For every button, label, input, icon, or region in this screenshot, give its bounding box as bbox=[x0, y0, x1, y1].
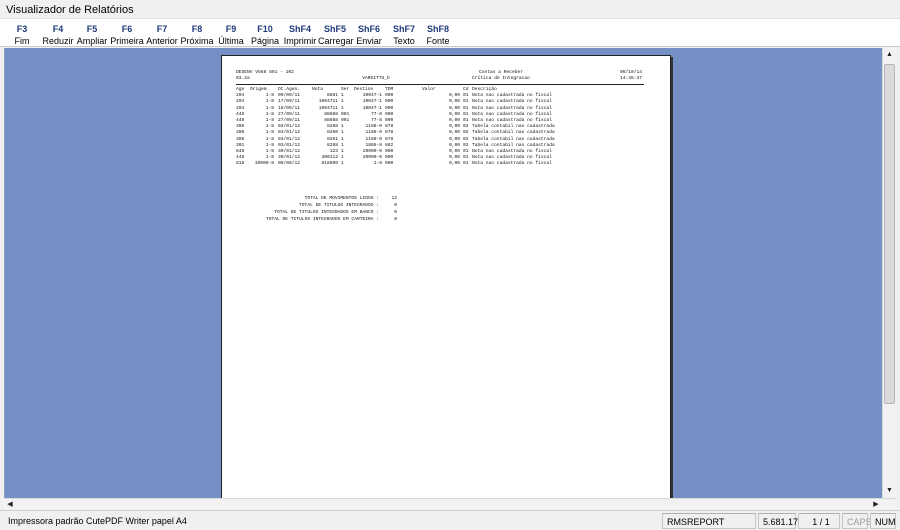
key-label: F7 bbox=[156, 24, 168, 34]
total-label: TOTAL DE TITULOS INTEGRADOS EM BANCO : bbox=[274, 210, 379, 215]
end-button[interactable]: F3 Fim bbox=[8, 23, 36, 47]
button-label: Fim bbox=[14, 36, 30, 46]
key-label: F8 bbox=[191, 24, 203, 34]
total-value: 0 bbox=[394, 203, 397, 208]
table-cell: 1 bbox=[341, 161, 344, 167]
total-value: 12 bbox=[391, 196, 397, 201]
last-page-button[interactable]: F9 Última bbox=[216, 23, 246, 47]
table-cell: 10000-8 bbox=[254, 161, 274, 167]
table-cell: 01 bbox=[463, 161, 469, 167]
load-button[interactable]: ShF5 Carregar bbox=[318, 23, 354, 47]
zoom-out-button[interactable]: F4 Reduzir bbox=[42, 23, 74, 47]
key-label: ShF5 bbox=[323, 24, 346, 34]
key-label: F4 bbox=[52, 24, 64, 34]
vertical-scroll-thumb[interactable] bbox=[884, 64, 895, 404]
page-button[interactable]: F10 Página bbox=[250, 23, 280, 47]
total-value: 0 bbox=[394, 210, 397, 215]
table-cell: 818 bbox=[236, 161, 245, 167]
button-label: Próxima bbox=[180, 36, 214, 46]
vertical-scrollbar[interactable]: ▲ ▼ bbox=[882, 48, 896, 498]
button-label: Página bbox=[250, 36, 280, 46]
key-label: ShF7 bbox=[392, 24, 415, 34]
status-version: 5.681.17 bbox=[758, 513, 798, 529]
next-page-button[interactable]: F8 Próxima bbox=[180, 23, 214, 47]
font-button[interactable]: ShF8 Fonte bbox=[423, 23, 453, 47]
header-report-subtitle: Crítica de Integracao bbox=[472, 76, 530, 81]
send-button[interactable]: ShF6 Enviar bbox=[354, 23, 384, 47]
header-time: 14:45:37 bbox=[619, 76, 642, 81]
table-cell: 0,00 bbox=[448, 161, 460, 167]
key-label: ShF8 bbox=[426, 24, 449, 34]
table-row: 818 10000-8 09/08/12 818800 1 1-8 000 0,00 01 Not… bbox=[236, 161, 644, 167]
button-label: Ampliar bbox=[76, 36, 108, 46]
button-label: Carregar bbox=[318, 36, 354, 46]
total-value: 0 bbox=[394, 217, 397, 222]
button-label: Reduzir bbox=[42, 36, 74, 46]
button-label: Imprimir bbox=[283, 36, 317, 46]
status-pages: 1 / 1 bbox=[798, 513, 840, 529]
table-cell: 000 bbox=[385, 161, 394, 167]
button-label: Última bbox=[218, 36, 244, 46]
status-bar: Impressora padrão CutePDF Writer papel A… bbox=[0, 510, 900, 530]
scroll-left-icon[interactable]: ◀ bbox=[4, 499, 16, 510]
button-label: Enviar bbox=[356, 36, 382, 46]
status-module: RMSREPORT bbox=[662, 513, 756, 529]
header-rule bbox=[236, 84, 644, 85]
horizontal-scrollbar[interactable]: ◀ ▶ bbox=[4, 498, 896, 510]
report-page: DESENV V568 891 - 102 03.2a Contas a Rec… bbox=[221, 55, 671, 498]
table-cell: Nota nao cadastrada no fiscal bbox=[472, 161, 552, 167]
first-page-button[interactable]: F6 Primeira bbox=[110, 23, 144, 47]
key-label: F5 bbox=[86, 24, 98, 34]
key-label: F10 bbox=[257, 24, 273, 34]
zoom-in-button[interactable]: F5 Ampliar bbox=[76, 23, 108, 47]
scroll-down-icon[interactable]: ▼ bbox=[883, 484, 896, 498]
status-caps: CAPS bbox=[842, 513, 872, 529]
status-printer: Impressora padrão CutePDF Writer papel A… bbox=[4, 513, 604, 529]
text-button[interactable]: ShF7 Texto bbox=[389, 23, 419, 47]
key-label: F9 bbox=[225, 24, 237, 34]
scroll-right-icon[interactable]: ▶ bbox=[870, 499, 882, 510]
button-label: Texto bbox=[393, 36, 415, 46]
table-cell: 818800 bbox=[321, 161, 338, 167]
total-label: TOTAL DE TITULOS INTEGRADOS EM CARTEIRA … bbox=[265, 217, 379, 222]
report-table: Age Origem Dt.Agen. Nota Ser Destino TDM… bbox=[236, 87, 644, 167]
window-title: Visualizador de Relatórios bbox=[0, 0, 900, 18]
table-cell: 09/08/12 bbox=[278, 161, 301, 167]
total-label: TOTAL DE TITULOS INTEGRADOS : bbox=[299, 203, 379, 208]
button-label: Primeira bbox=[110, 36, 144, 46]
key-label: ShF4 bbox=[288, 24, 311, 34]
toolbar: F3 Fim F4 Reduzir F5 Ampliar F6 Primeira… bbox=[0, 18, 900, 47]
key-label: ShF6 bbox=[357, 24, 380, 34]
table-cell: 1-8 bbox=[373, 161, 382, 167]
button-label: Anterior bbox=[146, 36, 178, 46]
key-label: F6 bbox=[121, 24, 133, 34]
scroll-up-icon[interactable]: ▲ bbox=[883, 48, 896, 62]
key-label: F3 bbox=[16, 24, 28, 34]
status-num: NUM bbox=[870, 513, 896, 529]
button-label: Fonte bbox=[426, 36, 450, 46]
report-viewport[interactable]: DESENV V568 891 - 102 03.2a Contas a Rec… bbox=[4, 48, 882, 498]
print-button[interactable]: ShF4 Imprimir bbox=[283, 23, 317, 47]
previous-page-button[interactable]: F7 Anterior bbox=[145, 23, 179, 47]
total-label: TOTAL DE MOVIMENTOS LIDOS : bbox=[304, 196, 379, 201]
